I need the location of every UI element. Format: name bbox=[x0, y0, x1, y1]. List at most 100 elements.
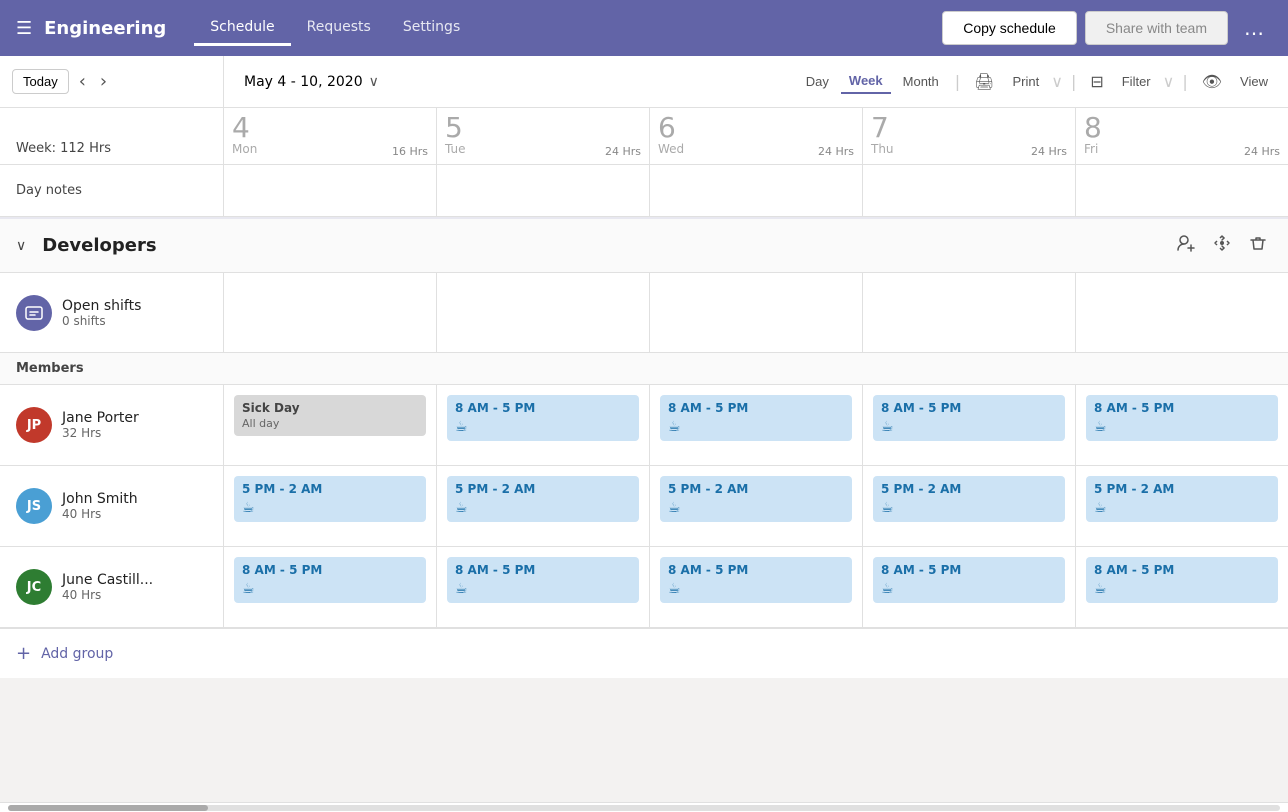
open-shifts-avatar bbox=[16, 295, 52, 331]
day-notes-cell-fri[interactable] bbox=[1076, 165, 1288, 216]
john-shift-block-mon[interactable]: 5 PM - 2 AM ☕ bbox=[234, 476, 426, 522]
nav-requests[interactable]: Requests bbox=[291, 11, 387, 46]
open-shift-cell-wed[interactable] bbox=[650, 273, 863, 352]
jane-shift-mon[interactable]: Sick Day All day bbox=[224, 385, 437, 465]
john-shift-tue[interactable]: 5 PM - 2 AM ☕ bbox=[437, 466, 650, 546]
separator-3: | bbox=[1178, 72, 1191, 91]
horizontal-scrollbar-track[interactable] bbox=[8, 805, 1280, 811]
open-shift-cell-tue[interactable] bbox=[437, 273, 650, 352]
add-member-button[interactable] bbox=[1172, 229, 1200, 262]
date-range-dropdown-icon[interactable]: ∨ bbox=[369, 74, 379, 90]
june-shift-fri[interactable]: 8 AM - 5 PM ☕ bbox=[1076, 547, 1288, 627]
june-shift-block-tue[interactable]: 8 AM - 5 PM ☕ bbox=[447, 557, 639, 603]
group-actions bbox=[1172, 229, 1272, 262]
today-button[interactable]: Today bbox=[12, 69, 69, 94]
day-notes-cell-wed[interactable] bbox=[650, 165, 863, 216]
open-shift-cell-thu[interactable] bbox=[863, 273, 1076, 352]
copy-schedule-button[interactable]: Copy schedule bbox=[942, 11, 1077, 45]
week-view-button[interactable]: Week bbox=[841, 69, 891, 94]
delete-group-button[interactable] bbox=[1244, 229, 1272, 262]
june-shift-wed[interactable]: 8 AM - 5 PM ☕ bbox=[650, 547, 863, 627]
member-hrs-john: 40 Hrs bbox=[62, 507, 138, 521]
day-notes-label-cell: Day notes bbox=[0, 165, 224, 216]
view-button[interactable]: View bbox=[1232, 70, 1276, 93]
jane-shift-tue[interactable]: 8 AM - 5 PM ☕ bbox=[437, 385, 650, 465]
member-sidebar-jane: JP Jane Porter 32 Hrs bbox=[0, 385, 224, 465]
john-shift-block-thu[interactable]: 5 PM - 2 AM ☕ bbox=[873, 476, 1065, 522]
june-coffee-icon-tue: ☕ bbox=[455, 581, 631, 597]
members-label: Members bbox=[0, 353, 1288, 385]
print-button[interactable]: Print bbox=[1004, 70, 1047, 93]
john-shift-fri[interactable]: 5 PM - 2 AM ☕ bbox=[1076, 466, 1288, 546]
date-range-label: May 4 - 10, 2020 bbox=[244, 74, 363, 90]
print-arrow-icon: ∨ bbox=[1051, 72, 1063, 91]
john-shift-mon[interactable]: 5 PM - 2 AM ☕ bbox=[224, 466, 437, 546]
day-notes-cell-thu[interactable] bbox=[863, 165, 1076, 216]
open-shift-cell-fri[interactable] bbox=[1076, 273, 1288, 352]
june-shift-block-mon[interactable]: 8 AM - 5 PM ☕ bbox=[234, 557, 426, 603]
top-nav: Schedule Requests Settings bbox=[194, 11, 476, 46]
open-shifts-cells bbox=[224, 273, 1288, 352]
nav-settings[interactable]: Settings bbox=[387, 11, 476, 46]
john-shift-thu[interactable]: 5 PM - 2 AM ☕ bbox=[863, 466, 1076, 546]
day-number-thu: 7 bbox=[871, 114, 889, 142]
day-notes-label: Day notes bbox=[16, 183, 82, 198]
avatar-john: JS bbox=[16, 488, 52, 524]
group-collapse-icon[interactable]: ∨ bbox=[16, 238, 26, 254]
day-header-thu: 7 Thu 24 Hrs bbox=[863, 108, 1076, 164]
shift-block-blue-wed[interactable]: 8 AM - 5 PM ☕ bbox=[660, 395, 852, 441]
june-shift-block-wed[interactable]: 8 AM - 5 PM ☕ bbox=[660, 557, 852, 603]
june-shift-block-thu[interactable]: 8 AM - 5 PM ☕ bbox=[873, 557, 1065, 603]
john-shift-block-tue[interactable]: 5 PM - 2 AM ☕ bbox=[447, 476, 639, 522]
john-shift-block-fri[interactable]: 5 PM - 2 AM ☕ bbox=[1086, 476, 1278, 522]
shift-block-blue-fri[interactable]: 8 AM - 5 PM ☕ bbox=[1086, 395, 1278, 441]
shift-time: 8 AM - 5 PM bbox=[455, 401, 631, 415]
top-bar: ☰ Engineering Schedule Requests Settings… bbox=[0, 0, 1288, 56]
open-shift-cell-mon[interactable] bbox=[224, 273, 437, 352]
date-range-area: May 4 - 10, 2020 ∨ bbox=[224, 56, 786, 107]
scroll-area[interactable]: ∨ Developers bbox=[0, 217, 1288, 802]
shift-time-fri: 8 AM - 5 PM bbox=[1094, 401, 1270, 415]
separator-1: | bbox=[951, 72, 964, 91]
jane-shift-wed[interactable]: 8 AM - 5 PM ☕ bbox=[650, 385, 863, 465]
day-notes-cell-tue[interactable] bbox=[437, 165, 650, 216]
app-title: Engineering bbox=[44, 18, 166, 39]
print-icon[interactable]: 🖨 bbox=[968, 68, 1000, 96]
more-icon[interactable]: … bbox=[1236, 12, 1272, 44]
member-info-jane: Jane Porter 32 Hrs bbox=[62, 410, 139, 440]
john-shift-block-wed[interactable]: 5 PM - 2 AM ☕ bbox=[660, 476, 852, 522]
add-group-row[interactable]: + Add group bbox=[0, 628, 1288, 678]
june-shift-thu[interactable]: 8 AM - 5 PM ☕ bbox=[863, 547, 1076, 627]
move-group-button[interactable] bbox=[1208, 229, 1236, 262]
jane-shift-fri[interactable]: 8 AM - 5 PM ☕ bbox=[1076, 385, 1288, 465]
jane-shift-thu[interactable]: 8 AM - 5 PM ☕ bbox=[863, 385, 1076, 465]
filter-button[interactable]: Filter bbox=[1114, 70, 1159, 93]
day-view-button[interactable]: Day bbox=[798, 70, 837, 93]
john-shift-wed[interactable]: 5 PM - 2 AM ☕ bbox=[650, 466, 863, 546]
june-shift-block-fri[interactable]: 8 AM - 5 PM ☕ bbox=[1086, 557, 1278, 603]
member-cells-john: 5 PM - 2 AM ☕ 5 PM - 2 AM ☕ bbox=[224, 466, 1288, 546]
john-shift-time-tue: 5 PM - 2 AM bbox=[455, 482, 631, 496]
hamburger-icon[interactable]: ☰ bbox=[16, 18, 32, 39]
share-with-team-button[interactable]: Share with team bbox=[1085, 11, 1228, 45]
day-notes-cell-mon[interactable] bbox=[224, 165, 437, 216]
sick-day-block[interactable]: Sick Day All day bbox=[234, 395, 426, 436]
day-header-mon: 4 Mon 16 Hrs bbox=[224, 108, 437, 164]
june-shift-mon[interactable]: 8 AM - 5 PM ☕ bbox=[224, 547, 437, 627]
group-name: Developers bbox=[42, 235, 240, 256]
month-view-button[interactable]: Month bbox=[895, 70, 947, 93]
filter-icon[interactable]: ⊟ bbox=[1084, 68, 1109, 96]
add-group-label: Add group bbox=[41, 646, 113, 662]
nav-schedule[interactable]: Schedule bbox=[194, 11, 290, 46]
member-cells-jane: Sick Day All day 8 AM - 5 PM ☕ bbox=[224, 385, 1288, 465]
visibility-icon[interactable]: 👁 bbox=[1196, 68, 1228, 96]
june-shift-tue[interactable]: 8 AM - 5 PM ☕ bbox=[437, 547, 650, 627]
next-arrow[interactable]: › bbox=[96, 69, 111, 94]
horizontal-scrollbar-thumb[interactable] bbox=[8, 805, 208, 811]
day-headers-row: Week: 112 Hrs 4 Mon 16 Hrs 5 Tue 24 Hrs … bbox=[0, 108, 1288, 165]
day-number-wed: 6 bbox=[658, 114, 676, 142]
shift-block-blue-thu[interactable]: 8 AM - 5 PM ☕ bbox=[873, 395, 1065, 441]
shift-block-blue[interactable]: 8 AM - 5 PM ☕ bbox=[447, 395, 639, 441]
prev-arrow[interactable]: ‹ bbox=[75, 69, 90, 94]
bottom-scrollbar[interactable] bbox=[0, 802, 1288, 812]
